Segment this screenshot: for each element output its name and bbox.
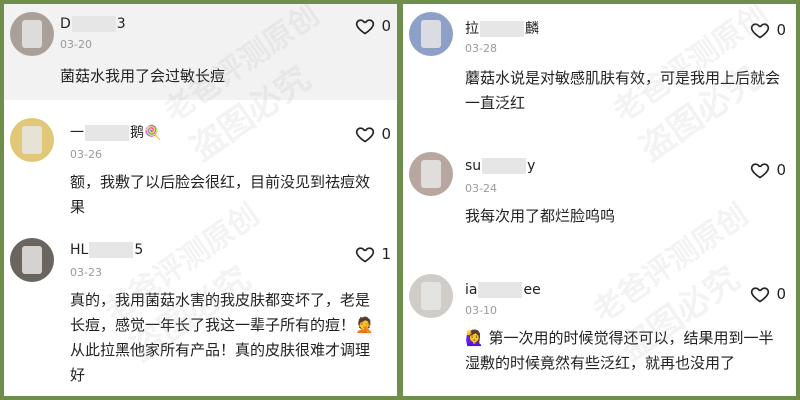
comment-item: 一鹅🍭 03-26 0 额，我敷了以后脸会很红，目前没见到祛痘效果 bbox=[4, 112, 397, 230]
avatar[interactable] bbox=[10, 118, 54, 162]
like-count: 0 bbox=[776, 285, 786, 303]
like-button[interactable]: 1 bbox=[355, 244, 391, 264]
comment-text: 菌菇水我用了会过敏长痘 bbox=[60, 67, 226, 85]
comment-item: D3 03-20 0 菌菇水我用了会过敏长痘 bbox=[4, 4, 397, 100]
avatar[interactable] bbox=[409, 274, 453, 318]
username[interactable]: 一鹅🍭 bbox=[70, 122, 161, 142]
like-count: 0 bbox=[776, 21, 786, 39]
like-count: 1 bbox=[381, 245, 391, 263]
heart-icon bbox=[356, 19, 375, 35]
username[interactable]: 拉麟 bbox=[465, 18, 539, 38]
comment-item: su y 03-24 0 我每次用了都烂脸呜呜 bbox=[403, 144, 796, 244]
avatar[interactable] bbox=[409, 152, 453, 196]
comment-date: 03-10 bbox=[465, 304, 497, 317]
username[interactable]: su y bbox=[465, 158, 535, 174]
comment-date: 03-28 bbox=[465, 42, 497, 55]
comment-date: 03-20 bbox=[60, 38, 92, 51]
comment-date: 03-26 bbox=[70, 148, 102, 161]
heart-icon bbox=[751, 23, 770, 39]
comment-item: ia ee 03-10 0 🙋‍♀️ 第一次用的时候觉得还可以，结果用到一半湿敷的… bbox=[403, 268, 796, 396]
comment-text: 🙋‍♀️ 第一次用的时候觉得还可以，结果用到一半湿敷的时候竟然有些泛红，就再也没… bbox=[465, 329, 774, 372]
like-button[interactable]: 0 bbox=[750, 20, 786, 40]
like-button[interactable]: 0 bbox=[355, 16, 391, 36]
comment-panel-right: 拉麟 03-28 0 蘑菇水说是对敏感肌肤有效，可是我用上后就会一直泛红 su y… bbox=[403, 4, 796, 396]
like-button[interactable]: 0 bbox=[750, 284, 786, 304]
heart-icon bbox=[751, 163, 770, 179]
comment-text: 真的，我用菌菇水害的我皮肤都变坏了，老是长痘，感觉一年长了我这一辈子所有的痘！🤦… bbox=[70, 291, 374, 384]
username[interactable]: ia ee bbox=[465, 282, 541, 298]
comment-panel-left: D3 03-20 0 菌菇水我用了会过敏长痘 一鹅🍭 03-26 0 额，我敷了… bbox=[4, 4, 397, 396]
like-button[interactable]: 0 bbox=[750, 160, 786, 180]
avatar[interactable] bbox=[10, 238, 54, 282]
comment-text: 蘑菇水说是对敏感肌肤有效，可是我用上后就会一直泛红 bbox=[465, 69, 781, 112]
heart-icon bbox=[356, 127, 375, 143]
avatar[interactable] bbox=[409, 12, 453, 56]
avatar[interactable] bbox=[10, 12, 54, 56]
comment-date: 03-23 bbox=[70, 266, 102, 279]
comment-text: 额，我敷了以后脸会很红，目前没见到祛痘效果 bbox=[70, 173, 371, 216]
comment-text: 我每次用了都烂脸呜呜 bbox=[465, 207, 616, 225]
comment-item: 拉麟 03-28 0 蘑菇水说是对敏感肌肤有效，可是我用上后就会一直泛红 bbox=[403, 4, 796, 132]
comment-date: 03-24 bbox=[465, 182, 497, 195]
username[interactable]: D3 bbox=[60, 16, 126, 32]
heart-icon bbox=[356, 247, 375, 263]
like-count: 0 bbox=[776, 161, 786, 179]
like-button[interactable]: 0 bbox=[355, 124, 391, 144]
heart-icon bbox=[751, 287, 770, 303]
comment-item: HL 5 03-23 1 真的，我用菌菇水害的我皮肤都变坏了，老是长痘，感觉一年长… bbox=[4, 232, 397, 396]
like-count: 0 bbox=[381, 17, 391, 35]
username[interactable]: HL 5 bbox=[70, 242, 143, 258]
like-count: 0 bbox=[381, 125, 391, 143]
